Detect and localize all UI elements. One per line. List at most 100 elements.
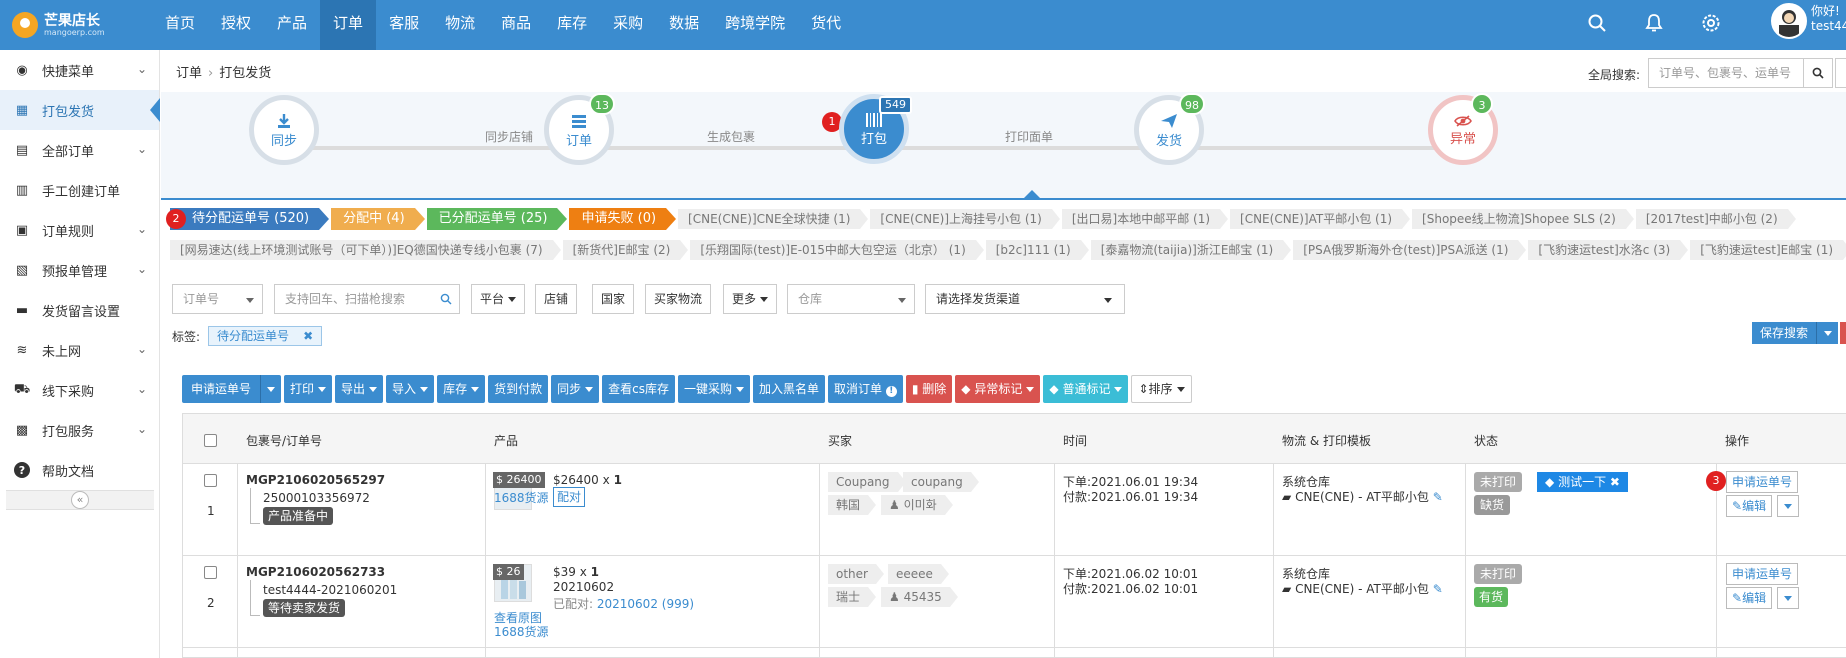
col-product[interactable]: 产品 — [494, 432, 518, 449]
apply-tracking-row-button[interactable]: 申请运单号 — [1726, 563, 1799, 585]
nav-home[interactable]: 首页 — [152, 0, 208, 50]
nav-academy[interactable]: 跨境学院 — [712, 0, 798, 50]
search-icon[interactable] — [1584, 10, 1610, 36]
chevron-down-icon[interactable]: ⌄ — [137, 222, 147, 236]
apply-tracking-dropdown[interactable] — [260, 375, 281, 403]
cod-button[interactable]: 货到付款 — [488, 375, 549, 403]
channel-select[interactable]: 请选择发货渠道 — [925, 284, 1125, 314]
channel-tag[interactable]: [b2c]111 (1) — [985, 240, 1089, 260]
channel-tag[interactable]: [飞豹速运test]水洛c (3) — [1528, 240, 1689, 260]
order-search-input[interactable]: 支持回车、扫描枪搜索 — [274, 284, 460, 314]
edit-dropdown[interactable] — [1777, 495, 1799, 517]
channel-tag[interactable]: [CNE(CNE)]CNE全球快捷 (1) — [678, 209, 869, 229]
country-filter[interactable]: 国家 — [592, 284, 635, 314]
save-search-dropdown[interactable] — [1816, 322, 1838, 344]
nav-forwarder[interactable]: 货代 — [798, 0, 854, 50]
col-status[interactable]: 状态 — [1474, 432, 1498, 449]
channel-tag[interactable]: [泰嘉物流(taijia)]浙江E邮宝 (1) — [1090, 240, 1291, 260]
edit-icon[interactable]: ✎ — [1433, 582, 1443, 596]
print-dropdown[interactable]: 打印 — [284, 375, 333, 403]
col-actions[interactable]: 操作 — [1725, 432, 1749, 449]
search-icon[interactable] — [440, 293, 452, 305]
package-number[interactable]: MGP2106020562733 — [246, 565, 385, 579]
sync-dropdown[interactable]: 同步 — [551, 375, 600, 403]
sort-dropdown[interactable]: ⇕排序 — [1131, 375, 1192, 403]
tab-assigned[interactable]: 已分配运单号 (25) — [426, 208, 568, 230]
col-package-order[interactable]: 包裹号/订单号 — [246, 432, 322, 449]
inventory-dropdown[interactable]: 库存 — [437, 375, 486, 403]
nav-auth[interactable]: 授权 — [208, 0, 264, 50]
channel-tag[interactable]: [出口易]本地中邮平邮 (1) — [1061, 209, 1229, 229]
apply-tracking-row-button[interactable]: 申请运单号 — [1726, 471, 1799, 493]
close-icon[interactable]: ✖ — [1610, 475, 1620, 489]
paired-value[interactable]: 20210602 (999) — [597, 597, 694, 611]
order-number[interactable]: test4444-2021060201 — [263, 583, 397, 597]
sidebar-item-2[interactable]: ▤ 全部订单 ⌄ — [0, 130, 159, 170]
tab-assigning[interactable]: 分配中 (4) — [331, 208, 425, 230]
custom-tag[interactable]: ◆ 测试一下 ✖ — [1537, 472, 1628, 492]
normal-mark-dropdown[interactable]: ◆ 普通标记 — [1043, 375, 1129, 403]
channel-tag[interactable]: [PSA俄罗斯海外仓(test)]PSA派送 (1) — [1293, 240, 1527, 260]
gear-icon[interactable] — [1698, 10, 1724, 36]
edit-icon[interactable]: ✎ — [1433, 490, 1443, 504]
sidebar-item-9[interactable]: ▩ 打包服务 ⌄ — [0, 410, 159, 450]
more-dropdown[interactable]: 更多 — [723, 284, 778, 314]
nav-data[interactable]: 数据 — [656, 0, 712, 50]
channel-tag[interactable]: [网易速达(线上环境测试账号（可下单）)]EQ德国快递专线小包裹 (7) — [170, 240, 561, 260]
breadcrumb-orders[interactable]: 订单 — [176, 66, 202, 81]
export-dropdown[interactable]: 导出 — [335, 375, 384, 403]
nav-logistics[interactable]: 物流 — [432, 0, 488, 50]
blacklist-button[interactable]: 加入黑名单 — [752, 375, 825, 403]
sidebar-item-8[interactable]: ⛟ 线下采购 ⌄ — [0, 370, 159, 410]
global-search-input[interactable]: 订单号、包裹号、运单号 — [1648, 58, 1804, 88]
channel-tag[interactable]: [CNE(CNE)]上海挂号小包 (1) — [870, 209, 1061, 229]
import-dropdown[interactable]: 导入 — [386, 375, 435, 403]
view-cs-stock-button[interactable]: 查看cs库存 — [602, 375, 675, 403]
save-search-button[interactable]: 保存搜索 — [1752, 322, 1817, 344]
edit-button[interactable]: ✎编辑 — [1726, 587, 1773, 609]
tab-pending-tracking[interactable]: 2 待分配运单号 (520) — [166, 208, 330, 230]
source-1688-link[interactable]: 1688货源 — [494, 623, 549, 640]
channel-tag[interactable]: [乐翔国际(test)]E-015中邮大包空运（北京） (1) — [690, 240, 985, 260]
sidebar-item-10[interactable]: ? 帮助文档 — [0, 450, 159, 490]
chevron-down-icon[interactable]: ⌄ — [137, 262, 147, 276]
sidebar-item-4[interactable]: ▣ 订单规则 ⌄ — [0, 210, 159, 250]
chevron-down-icon[interactable]: ⌄ — [137, 382, 147, 396]
shop-filter[interactable]: 店铺 — [535, 284, 578, 314]
order-number[interactable]: 25000103356972 — [263, 491, 370, 505]
exception-mark-dropdown[interactable]: ◆ 异常标记 — [955, 375, 1041, 403]
channel-tag[interactable]: [新货代]E邮宝 (2) — [562, 240, 689, 260]
sidebar-item-7[interactable]: ≋ 未上网 ⌄ — [0, 330, 159, 370]
platform-dropdown[interactable]: 平台 — [471, 284, 526, 314]
clear-search-button[interactable] — [1840, 322, 1846, 344]
sidebar-item-5[interactable]: ▧ 预报单管理 ⌄ — [0, 250, 159, 290]
chevron-down-icon[interactable]: ⌄ — [137, 142, 147, 156]
edit-button[interactable]: ✎编辑 — [1726, 495, 1773, 517]
delete-button[interactable]: ▮ 删除 — [905, 375, 953, 403]
package-number[interactable]: MGP2106020565297 — [246, 473, 385, 487]
nav-order[interactable]: 订单 — [320, 0, 377, 50]
user-greeting[interactable]: 你好! test44 — [1811, 4, 1846, 34]
col-logistics[interactable]: 物流 & 打印模板 — [1282, 432, 1371, 449]
tab-apply-failed[interactable]: 申请失败 (0) — [569, 208, 676, 230]
col-buyer[interactable]: 买家 — [828, 432, 852, 449]
channel-tag[interactable]: [Shopee线上物流]Shopee SLS (2) — [1412, 209, 1634, 229]
nav-goods[interactable]: 商品 — [488, 0, 544, 50]
channel-tag[interactable]: [CNE(CNE)]AT平邮小包 (1) — [1230, 209, 1411, 229]
source-1688-link[interactable]: 1688货源 — [494, 489, 549, 506]
channel-tag[interactable]: [飞豹速运test]E邮宝 (1) — [1690, 240, 1846, 260]
chevron-down-icon[interactable]: ⌄ — [137, 422, 147, 436]
row-checkbox[interactable] — [204, 566, 217, 579]
active-label-tag[interactable]: 待分配运单号 ✖ — [208, 326, 323, 346]
row-checkbox[interactable] — [204, 474, 217, 487]
one-click-purchase-dropdown[interactable]: 一键采购 — [677, 375, 750, 403]
avatar[interactable] — [1771, 3, 1807, 39]
buyer-logistics-filter[interactable]: 买家物流 — [645, 284, 712, 314]
pair-button[interactable]: 配对 — [553, 487, 586, 507]
cancel-order-button[interactable]: 取消订单 ! — [828, 375, 903, 403]
col-time[interactable]: 时间 — [1063, 432, 1087, 449]
sidebar-item-3[interactable]: ▥ 手工创建订单 — [0, 170, 159, 210]
sidebar-item-6[interactable]: ▬ 发货留言设置 — [0, 290, 159, 330]
edit-dropdown[interactable] — [1777, 587, 1799, 609]
global-search-button[interactable] — [1803, 58, 1833, 88]
